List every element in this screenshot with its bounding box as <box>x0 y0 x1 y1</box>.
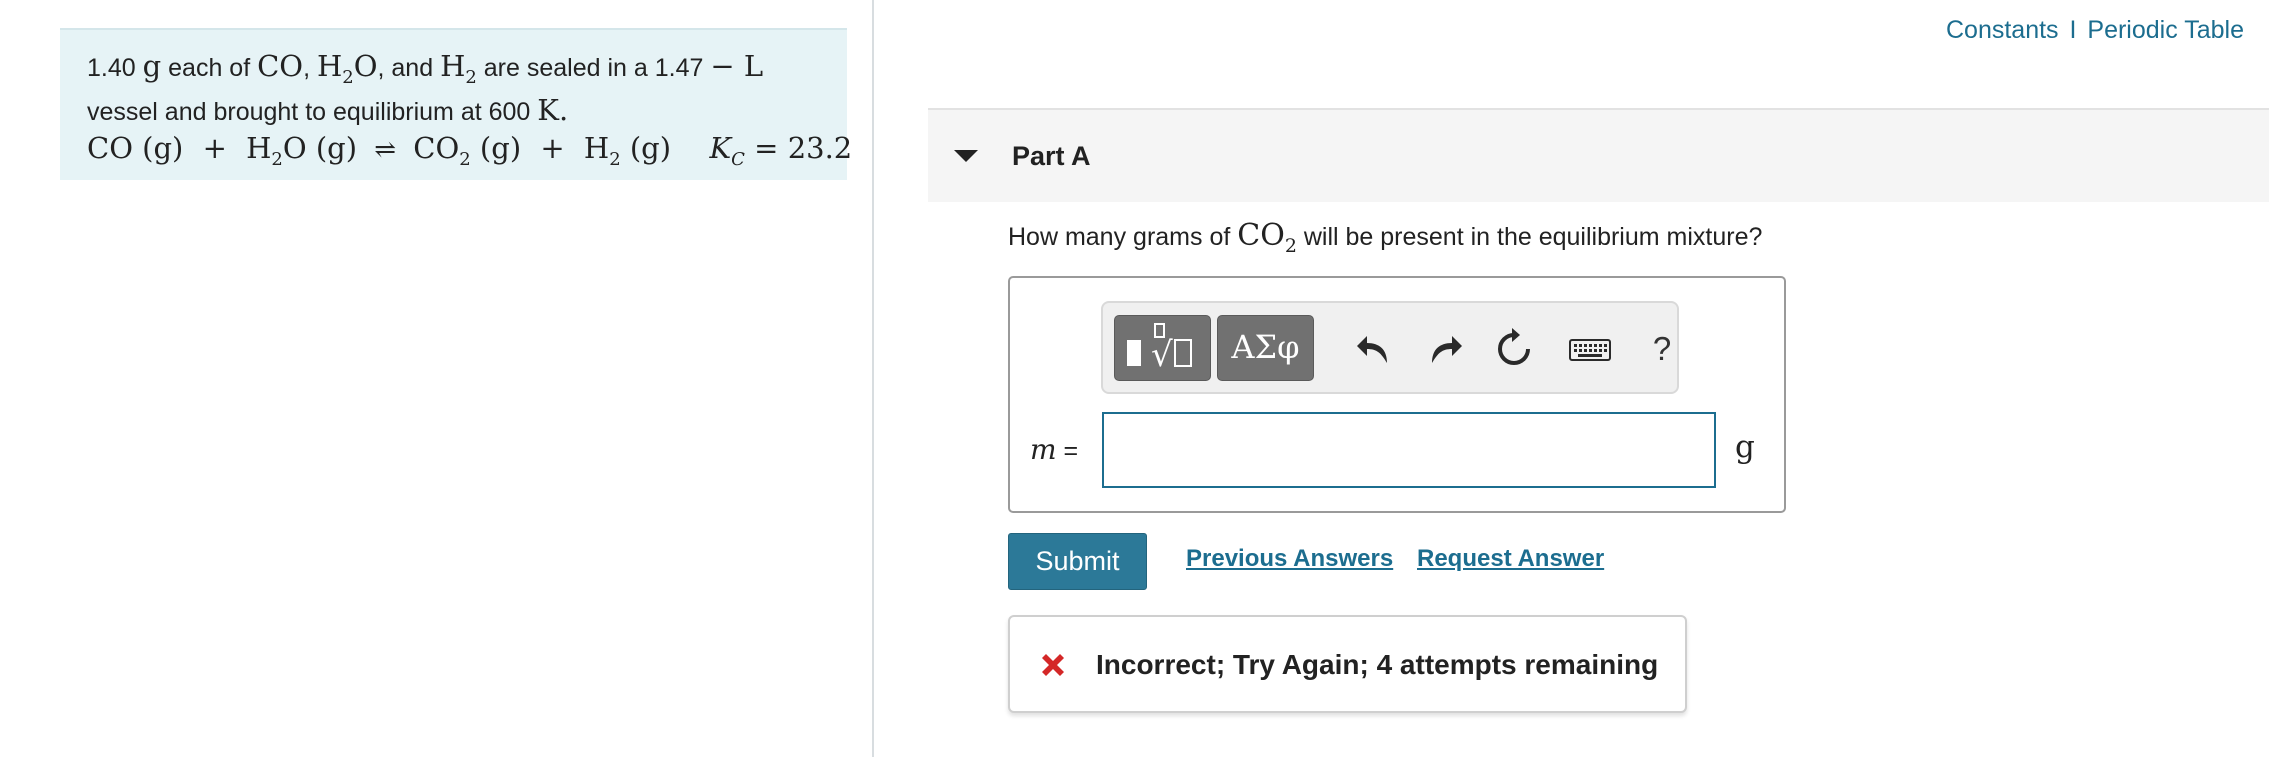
text-vessel: vessel and brought to equilibrium at 600 <box>87 97 538 126</box>
species-h2: H2 <box>440 49 477 88</box>
question-species-sub: 2 <box>1284 235 1297 257</box>
incorrect-x-icon <box>1042 654 1064 676</box>
question-suffix: will be present in the equilibrium mixtu… <box>1296 223 1763 251</box>
volume-unit: − L <box>710 49 764 83</box>
h2-sub: 2 <box>465 66 477 88</box>
eq-plus: + <box>540 130 565 165</box>
templates-icon: √ <box>1127 323 1192 375</box>
text-and: , and <box>377 54 441 82</box>
eq-co: CO (g) <box>87 130 184 165</box>
k-label: K <box>709 130 732 165</box>
h2-h: H <box>440 49 466 83</box>
eq-h2-g: (g) <box>620 130 672 165</box>
text-period: . <box>558 92 569 127</box>
eq-co2: CO2 (g) <box>413 130 522 170</box>
species-h2o: H2O <box>316 49 378 88</box>
text-each-of: each of <box>161 54 258 82</box>
question-prefix: How many grams of <box>1008 223 1238 251</box>
help-button[interactable]: ? <box>1634 321 1690 377</box>
h2o-sub: 2 <box>342 66 354 88</box>
question-species: CO2 <box>1237 218 1297 257</box>
constants-link[interactable]: Constants <box>1946 16 2059 44</box>
temp-unit: K <box>537 92 559 127</box>
equilibrium-arrow: ⇌ <box>374 134 397 165</box>
variable-m: m <box>1030 433 1057 466</box>
text-sealed: are sealed in a 1.47 <box>476 54 711 82</box>
eq-h2-sub: 2 <box>609 148 621 170</box>
request-answer-link[interactable]: Request Answer <box>1417 545 1604 573</box>
keyboard-icon[interactable] <box>1562 321 1618 377</box>
eq-h2o-o: O (g) <box>282 130 358 165</box>
h2o-h: H <box>316 49 343 83</box>
mass-value: 1.40 <box>87 54 136 82</box>
text-comma: , <box>303 54 317 82</box>
answer-unit: g <box>1735 429 1755 465</box>
eq-co2-co: CO <box>413 130 460 165</box>
eq-h2: H2 (g) <box>583 130 672 170</box>
eq-h2o-h: H <box>246 130 272 165</box>
answer-input[interactable] <box>1102 412 1716 488</box>
feedback-message-box: Incorrect; Try Again; 4 attempts remaini… <box>1008 615 1687 713</box>
previous-answers-link[interactable]: Previous Answers <box>1186 545 1393 573</box>
undo-icon[interactable] <box>1347 321 1403 377</box>
equilibrium-constant: KC = 23.2 <box>709 130 853 170</box>
pane-divider[interactable] <box>872 0 874 757</box>
eq-h2o: H2O (g) <box>246 130 358 170</box>
equals-sign: = <box>1056 437 1079 465</box>
h2o-o: O <box>353 49 378 83</box>
submit-button[interactable]: Submit <box>1008 533 1147 590</box>
math-toolbar: √ ΑΣφ ? <box>1101 301 1679 394</box>
problem-line-1: 1.40 g each of CO, H2O, and H2 are seale… <box>87 50 847 94</box>
part-title: Part A <box>1012 141 1091 171</box>
periodic-table-link[interactable]: Periodic Table <box>2087 16 2244 44</box>
greek-symbols-button[interactable]: ΑΣφ <box>1217 315 1314 381</box>
mass-unit: g <box>142 49 162 83</box>
species-co: CO <box>257 49 304 83</box>
answer-variable-label: m = <box>1030 433 1078 466</box>
equilibrium-equation: CO (g) + H2O (g) ⇌ CO2 (g) + H2 (g) KC =… <box>87 129 852 179</box>
svg-text:√: √ <box>1151 335 1173 375</box>
collapse-caret-icon[interactable] <box>954 150 978 162</box>
templates-button[interactable]: √ <box>1114 315 1211 381</box>
eq-co2-sub: 2 <box>459 148 471 170</box>
resource-links: Constants I Periodic Table <box>1946 16 2244 45</box>
eq-plus: + <box>202 130 227 165</box>
feedback-text: Incorrect; Try Again; 4 attempts remaini… <box>1096 649 1659 680</box>
eq-h2-h: H <box>583 130 610 165</box>
problem-statement: 1.40 g each of CO, H2O, and H2 are seale… <box>60 28 852 180</box>
k-sub: C <box>731 148 745 170</box>
eq-co2-g: (g) <box>470 130 522 165</box>
link-separator: I <box>2069 16 2077 44</box>
k-value: = 23.2 <box>744 130 853 165</box>
question-text: How many grams of CO2 will be present in… <box>1008 218 1762 257</box>
eq-h2o-sub: 2 <box>271 148 283 170</box>
answer-box: √ ΑΣφ ? m = g <box>1008 276 1786 513</box>
reset-icon[interactable] <box>1486 321 1542 377</box>
problem-line-2: vessel and brought to equilibrium at 600… <box>87 92 847 129</box>
redo-icon[interactable] <box>1416 321 1472 377</box>
question-species-co: CO <box>1237 218 1285 253</box>
part-header[interactable]: Part A <box>928 108 2269 202</box>
